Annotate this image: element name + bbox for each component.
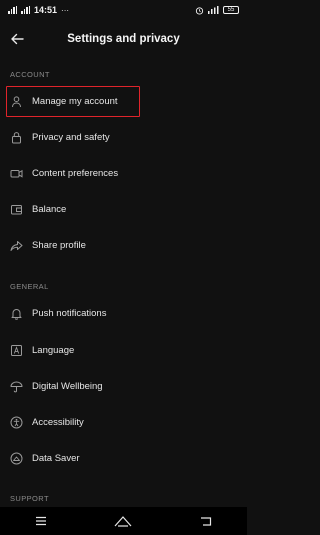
section-account-label: ACCOUNT: [10, 70, 50, 79]
section-support-label: SUPPORT: [10, 494, 49, 503]
lock-icon: [10, 131, 23, 144]
row-label: Balance: [32, 203, 67, 215]
row-label: Accessibility: [32, 416, 84, 428]
row-language[interactable]: Language: [0, 335, 247, 365]
signal-icon: [8, 6, 17, 14]
share-icon: [10, 239, 23, 252]
row-share-profile[interactable]: Share profile: [0, 230, 247, 260]
back-arrow-icon[interactable]: [10, 32, 24, 46]
video-icon: [10, 167, 23, 180]
row-label: Manage my account: [32, 95, 118, 107]
section-general-label: GENERAL: [10, 282, 49, 291]
header: Settings and privacy: [0, 22, 247, 56]
language-icon: [10, 344, 23, 357]
alarm-icon: [195, 6, 204, 15]
row-accessibility[interactable]: Accessibility: [0, 407, 247, 437]
row-label: Data Saver: [32, 452, 80, 464]
home-icon[interactable]: [114, 514, 132, 528]
person-icon: [10, 95, 23, 108]
accessibility-icon: [10, 416, 23, 429]
status-left: 14:51 ···: [8, 5, 69, 15]
row-label: Content preferences: [32, 167, 119, 179]
status-time: 14:51: [34, 5, 58, 15]
status-right: 55: [195, 6, 239, 15]
row-data-saver[interactable]: Data Saver: [0, 443, 247, 473]
row-label: Privacy and safety: [32, 131, 110, 143]
status-extra: ···: [61, 5, 70, 15]
battery-level: 55: [227, 7, 235, 13]
system-nav-bar: [0, 507, 247, 535]
wallet-icon: [10, 203, 23, 216]
row-label: Language: [32, 344, 75, 356]
row-push-notifications[interactable]: Push notifications: [0, 298, 247, 328]
bell-icon: [10, 307, 23, 320]
network-icon: [208, 6, 219, 14]
row-privacy-and-safety[interactable]: Privacy and safety: [0, 122, 247, 152]
row-content-preferences[interactable]: Content preferences: [0, 158, 247, 188]
row-label: Share profile: [32, 239, 86, 251]
battery-icon: 55: [223, 6, 239, 14]
signal-icon-2: [21, 6, 30, 14]
page-title: Settings and privacy: [67, 33, 180, 45]
row-label: Digital Wellbeing: [32, 380, 103, 392]
row-label: Push notifications: [32, 307, 107, 319]
back-icon[interactable]: [197, 514, 215, 528]
row-digital-wellbeing[interactable]: Digital Wellbeing: [0, 371, 247, 401]
menu-icon[interactable]: [32, 514, 50, 528]
status-bar: 14:51 ··· 55: [0, 0, 247, 20]
data-saver-icon: [10, 452, 23, 465]
row-manage-my-account[interactable]: Manage my account: [0, 86, 247, 116]
umbrella-icon: [10, 380, 23, 393]
row-balance[interactable]: Balance: [0, 194, 247, 224]
